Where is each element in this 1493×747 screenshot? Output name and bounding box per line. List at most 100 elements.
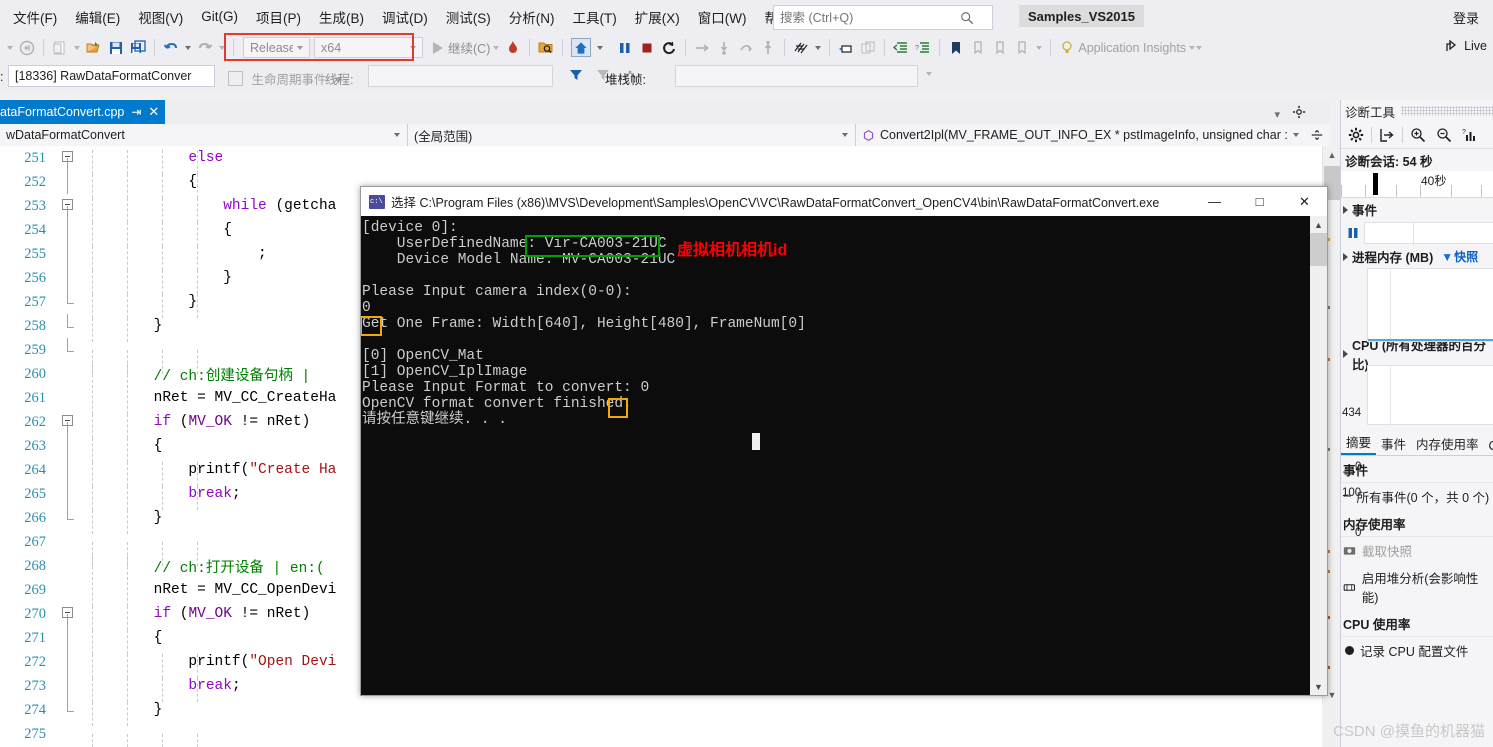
filter-icon[interactable] <box>568 67 584 83</box>
menu-item-file[interactable]: 文件(F) <box>4 3 66 31</box>
fold-margin[interactable] <box>54 602 84 626</box>
fold-margin[interactable] <box>54 146 84 170</box>
fold-margin[interactable] <box>54 434 84 458</box>
gear-icon[interactable] <box>1292 105 1306 124</box>
console-window[interactable]: 选择 C:\Program Files (x86)\MVS\Developmen… <box>360 186 1328 696</box>
nav-type-combo[interactable]: wDataFormatConvert <box>0 124 408 146</box>
fold-margin[interactable] <box>54 482 84 506</box>
decrease-indent-icon[interactable] <box>893 40 909 56</box>
code-line[interactable]: 251 else <box>0 146 1322 174</box>
chevron-right-icon[interactable] <box>1343 252 1348 261</box>
menu-item-project[interactable]: 项目(P) <box>247 3 310 31</box>
console-scrollbar-thumb[interactable] <box>1310 233 1327 266</box>
fold-margin[interactable] <box>54 674 84 698</box>
pin-icon[interactable]: ⇥ <box>131 105 141 119</box>
stop-debugging-icon[interactable] <box>639 40 655 56</box>
close-button[interactable]: ✕ <box>1282 187 1327 216</box>
console-scrollbar[interactable]: ▲ ▼ <box>1310 216 1327 695</box>
editor-tab-active[interactable]: ataFormatConvert.cpp ⇥ ✕ <box>0 100 166 124</box>
nav-scope-combo[interactable]: (全局范围) <box>408 124 856 146</box>
fold-margin[interactable] <box>54 506 84 530</box>
chevron-down-icon[interactable] <box>297 45 303 50</box>
diagnostic-section-cpu[interactable]: CPU (所有处理器的百分比) <box>1341 339 1493 372</box>
code-line[interactable]: 275 <box>0 722 1322 747</box>
lightbulb-icon[interactable] <box>1059 40 1075 56</box>
fold-margin[interactable] <box>54 626 84 650</box>
debugbar-overflow-caret[interactable] <box>923 72 935 76</box>
sign-in-link[interactable]: 登录 <box>1453 8 1479 27</box>
undo-icon[interactable] <box>163 40 179 56</box>
menu-item-git[interactable]: Git(G) <box>192 5 247 28</box>
fold-margin[interactable] <box>54 170 84 194</box>
process-combo[interactable]: [18336] RawDataFormatConver <box>8 65 215 87</box>
comment-selection-icon[interactable] <box>838 40 854 56</box>
console-output[interactable]: [device 0]: UserDefinedName: Vir-CA003-2… <box>361 216 1327 695</box>
step-over-icon[interactable] <box>738 40 754 56</box>
tab-memory-usage[interactable]: 内存使用率 <box>1411 432 1484 455</box>
new-file-icon[interactable] <box>52 40 68 56</box>
scroll-up-icon[interactable]: ▲ <box>1323 146 1341 164</box>
previous-bookmark-icon[interactable] <box>970 40 986 56</box>
menu-item-debug[interactable]: 调试(D) <box>373 3 437 31</box>
close-icon[interactable]: ✕ <box>148 104 159 120</box>
solution-configuration-combo[interactable]: Release <box>243 37 310 58</box>
chart-icon[interactable]: ? <box>1462 127 1478 143</box>
code-line[interactable]: 274 } <box>0 698 1322 726</box>
fold-margin[interactable] <box>54 578 84 602</box>
menu-item-tools[interactable]: 工具(T) <box>564 3 626 31</box>
minimize-button[interactable]: — <box>1192 187 1237 216</box>
summary-row-all-events[interactable]: ••• 所有事件(0 个，共 0 个) <box>1341 483 1493 510</box>
chevron-down-icon[interactable] <box>842 133 848 137</box>
step-out-icon[interactable] <box>760 40 776 56</box>
step-home-icon[interactable] <box>571 38 592 57</box>
diagnostic-timeline[interactable]: 40秒 <box>1341 171 1493 198</box>
restart-icon[interactable] <box>661 40 677 56</box>
uncomment-selection-icon[interactable] <box>860 40 876 56</box>
chevron-right-icon[interactable] <box>1343 205 1348 214</box>
fold-margin[interactable] <box>54 266 84 290</box>
timeline-position-marker[interactable] <box>1373 173 1378 195</box>
fold-margin[interactable] <box>54 338 84 362</box>
redo-icon[interactable] <box>197 40 213 56</box>
zoom-in-icon[interactable] <box>1410 127 1426 143</box>
fold-margin[interactable] <box>54 314 84 338</box>
quick-search-box[interactable] <box>773 5 993 30</box>
diagnostic-section-events[interactable]: 事件 <box>1341 198 1493 221</box>
thread-combo[interactable] <box>368 65 553 87</box>
toggle-bookmark-icon[interactable] <box>948 40 964 56</box>
tab-events[interactable]: 事件 <box>1376 432 1411 455</box>
diagnostic-section-memory[interactable]: 进程内存 (MB) ▼ 快照 <box>1341 245 1493 268</box>
tab-summary[interactable]: 摘要 <box>1341 430 1377 455</box>
step-into-icon[interactable] <box>716 40 732 56</box>
summary-row-record-cpu[interactable]: 记录 CPU 配置文件 <box>1341 637 1493 664</box>
console-scroll-up-icon[interactable]: ▲ <box>1310 216 1327 233</box>
chevron-down-icon[interactable] <box>1293 133 1299 137</box>
fold-margin[interactable] <box>54 698 84 722</box>
fold-margin[interactable] <box>54 554 84 578</box>
continue-button[interactable]: 继续(C) <box>433 38 490 57</box>
console-scroll-down-icon[interactable]: ▼ <box>1310 678 1327 695</box>
next-bookmark-icon[interactable] <box>992 40 1008 56</box>
panel-drag-handle[interactable] <box>1401 106 1493 116</box>
fold-margin[interactable] <box>54 290 84 314</box>
solution-platform-combo[interactable]: x64 <box>314 37 423 58</box>
open-file-icon[interactable] <box>86 40 102 56</box>
fold-margin[interactable] <box>54 650 84 674</box>
menu-item-build[interactable]: 生成(B) <box>310 3 373 31</box>
tab-cpu-usage[interactable]: CP <box>1484 437 1493 455</box>
chevron-down-icon[interactable] <box>394 133 400 137</box>
fold-margin[interactable] <box>54 386 84 410</box>
menu-item-analyze[interactable]: 分析(N) <box>500 3 564 31</box>
maximize-button[interactable]: □ <box>1237 187 1282 216</box>
fold-margin[interactable] <box>54 194 84 218</box>
application-insights-label[interactable]: Application Insights <box>1078 41 1186 55</box>
chevron-down-icon[interactable]: ▾ <box>1274 108 1280 121</box>
split-view-icon[interactable] <box>1306 124 1328 146</box>
show-next-statement-icon[interactable] <box>694 40 710 56</box>
stackframe-combo[interactable] <box>675 65 918 87</box>
fold-margin[interactable] <box>54 722 84 746</box>
navigate-backward-icon[interactable] <box>19 40 35 56</box>
search-input[interactable] <box>778 9 960 26</box>
increase-indent-icon[interactable]: ? <box>915 40 931 56</box>
clear-bookmarks-icon[interactable] <box>1014 40 1030 56</box>
